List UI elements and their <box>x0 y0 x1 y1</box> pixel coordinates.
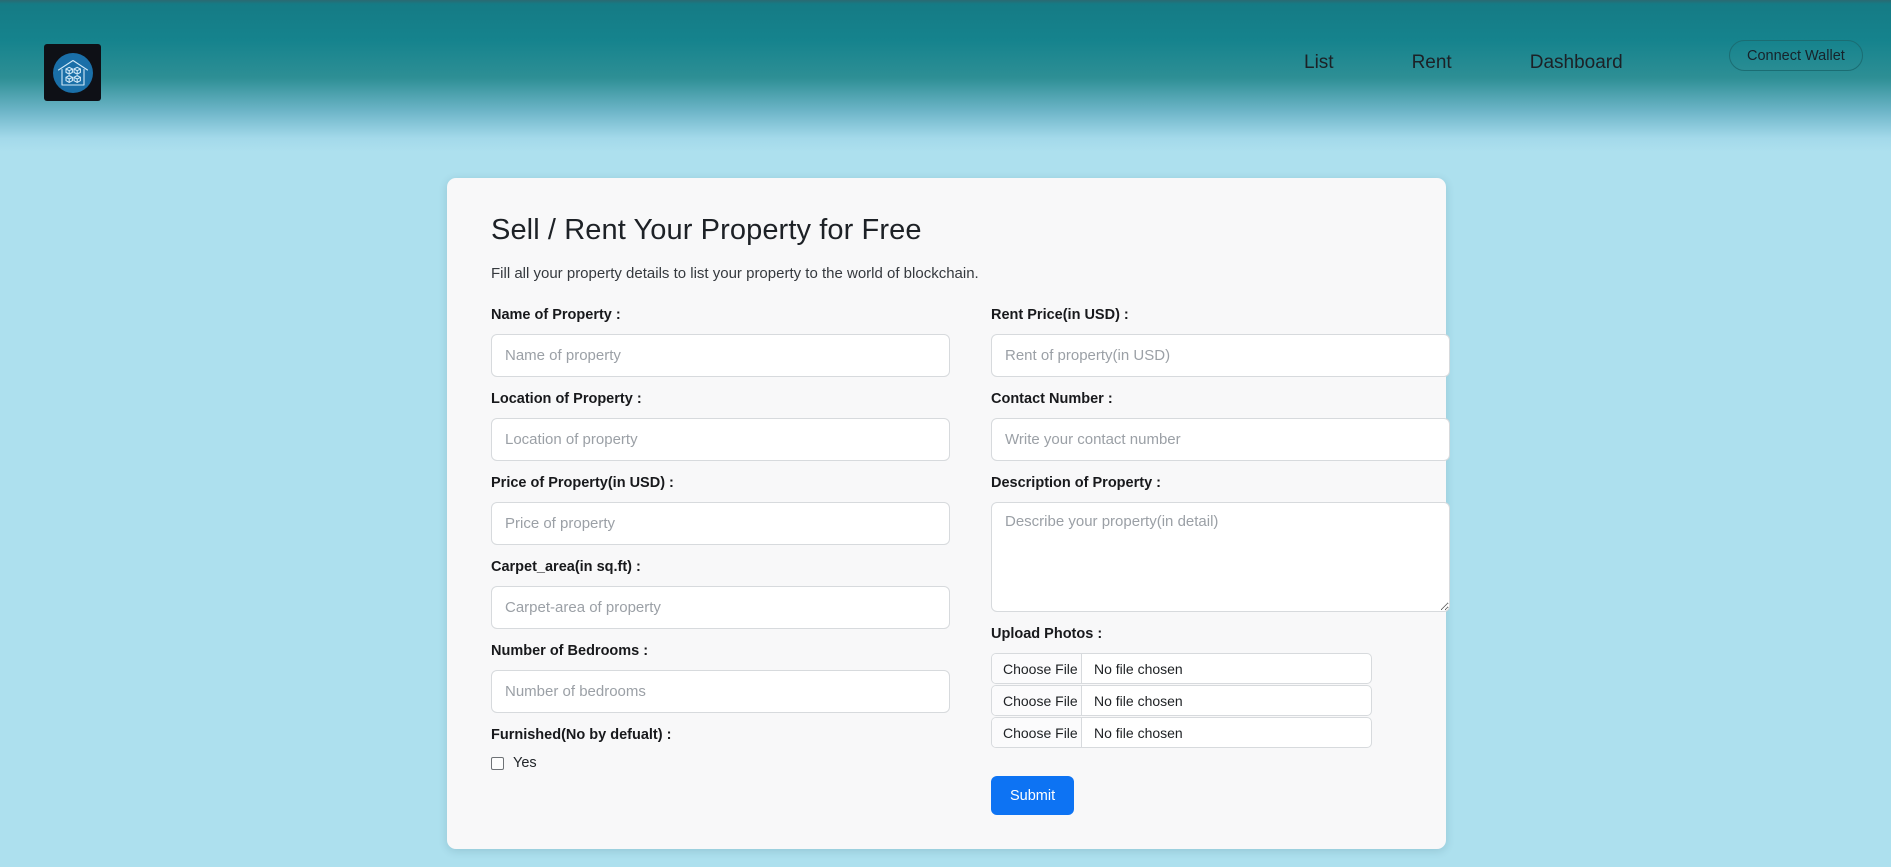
label-carpet-area: Carpet_area(in sq.ft) : <box>491 559 641 575</box>
rent-price-input[interactable] <box>991 334 1450 377</box>
label-description-of-property: Description of Property : <box>991 475 1161 491</box>
nav-link-dashboard[interactable]: Dashboard <box>1526 46 1627 80</box>
label-location-of-property: Location of Property : <box>491 391 642 407</box>
page-title: Sell / Rent Your Property for Free <box>491 214 922 246</box>
blockchain-house-icon <box>49 49 97 97</box>
submit-button[interactable]: Submit <box>991 776 1075 815</box>
top-navigation-bar: List Rent Dashboard Connect Wallet <box>0 0 1891 126</box>
contact-number-input[interactable] <box>991 418 1450 461</box>
location-of-property-input[interactable] <box>491 418 950 461</box>
furnished-checkbox-label: Yes <box>513 755 537 771</box>
primary-nav: List Rent Dashboard <box>1300 46 1627 80</box>
property-form: Name of Property : Location of Property … <box>491 306 1450 815</box>
label-upload-photos: Upload Photos : <box>991 626 1103 642</box>
choose-file-button-1[interactable]: Choose File <box>992 654 1082 683</box>
form-left-column: Name of Property : Location of Property … <box>491 306 950 815</box>
form-right-column: Rent Price(in USD) : Contact Number : De… <box>991 306 1450 815</box>
furnished-checkbox-row: Yes <box>491 754 950 772</box>
file-input-row-2[interactable]: Choose File No file chosen <box>991 685 1372 716</box>
nav-link-rent[interactable]: Rent <box>1408 46 1456 80</box>
label-number-of-bedrooms: Number of Bedrooms : <box>491 643 649 659</box>
label-name-of-property: Name of Property : <box>491 307 621 323</box>
brand-logo-link[interactable] <box>44 44 101 101</box>
label-contact-number: Contact Number : <box>991 391 1113 407</box>
property-form-card: Sell / Rent Your Property for Free Fill … <box>447 178 1450 849</box>
nav-link-list[interactable]: List <box>1300 46 1338 80</box>
file-input-row-1[interactable]: Choose File No file chosen <box>991 653 1372 684</box>
file-status-3: No file chosen <box>1094 724 1183 741</box>
choose-file-button-2[interactable]: Choose File <box>992 686 1082 715</box>
name-of-property-input[interactable] <box>491 334 950 377</box>
label-rent-price: Rent Price(in USD) : <box>991 307 1129 323</box>
file-status-1: No file chosen <box>1094 660 1183 677</box>
page-root: List Rent Dashboard Connect Wallet Sell … <box>0 0 1891 867</box>
price-of-property-input[interactable] <box>491 502 950 545</box>
connect-wallet-button[interactable]: Connect Wallet <box>1729 40 1863 71</box>
carpet-area-input[interactable] <box>491 586 950 629</box>
file-input-row-3[interactable]: Choose File No file chosen <box>991 717 1372 748</box>
label-price-of-property: Price of Property(in USD) : <box>491 475 674 491</box>
file-status-2: No file chosen <box>1094 692 1183 709</box>
choose-file-button-3[interactable]: Choose File <box>992 718 1082 747</box>
furnished-checkbox[interactable] <box>491 756 504 770</box>
description-textarea[interactable] <box>991 502 1450 612</box>
label-furnished: Furnished(No by defualt) : <box>491 727 672 743</box>
number-of-bedrooms-input[interactable] <box>491 670 950 713</box>
page-subtitle: Fill all your property details to list y… <box>491 265 979 282</box>
